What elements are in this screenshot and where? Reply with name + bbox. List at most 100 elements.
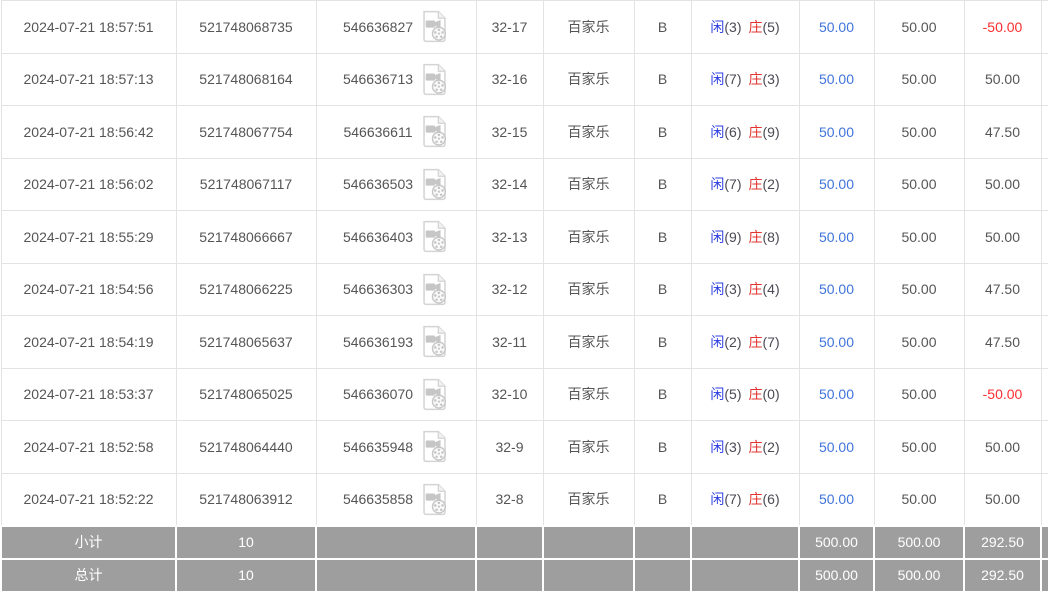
bet-time: 2024-07-21 18:56:02	[1, 158, 176, 211]
bet-time: 2024-07-21 18:55:29	[1, 211, 176, 264]
table-row: 2024-07-21 18:56:02 521748067117 5466365…	[1, 158, 1048, 211]
overflow-cell	[1041, 368, 1048, 421]
table-round: 32-11	[476, 316, 543, 369]
overflow-cell	[1041, 421, 1048, 474]
total-valid-amount: 500.00	[874, 559, 964, 592]
bet-amount: 50.00	[799, 263, 874, 316]
game-name: 百家乐	[543, 421, 634, 474]
bet-id: 521748067754	[176, 106, 316, 159]
round-number: 546636827	[343, 19, 413, 35]
player-label: 闲	[710, 124, 724, 140]
bet-id: 521748068164	[176, 53, 316, 106]
bet-time: 2024-07-21 18:57:13	[1, 53, 176, 106]
valid-amount: 50.00	[874, 421, 964, 474]
overflow-cell	[1041, 158, 1048, 211]
overflow-cell	[1041, 211, 1048, 264]
player-points: (3)	[724, 19, 741, 35]
subtotal-valid-amount: 500.00	[874, 526, 964, 559]
video-replay-icon[interactable]	[420, 273, 449, 306]
bet-amount: 50.00	[799, 473, 874, 526]
player-label: 闲	[710, 491, 724, 507]
overflow-cell	[1041, 473, 1048, 526]
table-row: 2024-07-21 18:56:42 521748067754 5466366…	[1, 106, 1048, 159]
video-replay-icon[interactable]	[420, 378, 449, 411]
game-result: 闲(6)庄(9)	[691, 106, 799, 159]
player-points: (6)	[724, 124, 741, 140]
banker-label: 庄	[749, 334, 763, 350]
video-replay-icon[interactable]	[420, 10, 449, 43]
player-points: (3)	[724, 281, 741, 297]
round-number: 546635858	[343, 491, 413, 507]
player-points: (3)	[724, 439, 741, 455]
table-round: 32-14	[476, 158, 543, 211]
banker-points: (2)	[763, 176, 780, 192]
bet-amount: 50.00	[799, 53, 874, 106]
round-number: 546636193	[343, 334, 413, 350]
round-cell: 546635948	[316, 421, 476, 474]
banker-label: 庄	[749, 229, 763, 245]
game-result: 闲(9)庄(8)	[691, 211, 799, 264]
player-points: (5)	[724, 386, 741, 402]
game-name: 百家乐	[543, 158, 634, 211]
table-round: 32-15	[476, 106, 543, 159]
round-cell: 546636713	[316, 53, 476, 106]
table-row: 2024-07-21 18:53:37 521748065025 5466360…	[1, 368, 1048, 421]
table-round: 32-12	[476, 263, 543, 316]
video-replay-icon[interactable]	[420, 115, 449, 148]
valid-amount: 50.00	[874, 316, 964, 369]
video-replay-icon[interactable]	[420, 63, 449, 96]
table-round: 32-9	[476, 421, 543, 474]
table-round: 32-8	[476, 473, 543, 526]
bet-id: 521748065025	[176, 368, 316, 421]
valid-amount: 50.00	[874, 1, 964, 54]
player-points: (2)	[724, 334, 741, 350]
bet-amount: 50.00	[799, 316, 874, 369]
game-result: 闲(7)庄(6)	[691, 473, 799, 526]
video-replay-icon[interactable]	[420, 483, 449, 516]
player-label: 闲	[710, 71, 724, 87]
banker-label: 庄	[749, 491, 763, 507]
overflow-cell	[1041, 106, 1048, 159]
game-name: 百家乐	[543, 211, 634, 264]
round-cell: 546636827	[316, 1, 476, 54]
win-loss: 47.50	[964, 263, 1041, 316]
banker-points: (4)	[763, 281, 780, 297]
player-label: 闲	[710, 439, 724, 455]
video-replay-icon[interactable]	[420, 430, 449, 463]
round-number: 546635948	[343, 439, 413, 455]
valid-amount: 50.00	[874, 211, 964, 264]
bet-id: 521748066667	[176, 211, 316, 264]
overflow-cell	[1041, 1, 1048, 54]
bet-time: 2024-07-21 18:52:58	[1, 421, 176, 474]
total-count: 10	[176, 559, 316, 592]
bet-type: B	[634, 53, 691, 106]
win-loss: 50.00	[964, 473, 1041, 526]
table-row: 2024-07-21 18:57:51 521748068735 5466368…	[1, 1, 1048, 54]
valid-amount: 50.00	[874, 263, 964, 316]
round-cell: 546636070	[316, 368, 476, 421]
video-replay-icon[interactable]	[420, 168, 449, 201]
bet-type: B	[634, 421, 691, 474]
bet-history-panel: 2024-07-21 18:57:51 521748068735 5466368…	[0, 0, 1048, 605]
win-loss: 50.00	[964, 158, 1041, 211]
video-replay-icon[interactable]	[420, 325, 449, 358]
bet-type: B	[634, 473, 691, 526]
overflow-cell	[1041, 53, 1048, 106]
banker-label: 庄	[749, 124, 763, 140]
game-result: 闲(5)庄(0)	[691, 368, 799, 421]
game-name: 百家乐	[543, 106, 634, 159]
table-round: 32-17	[476, 1, 543, 54]
video-replay-icon[interactable]	[420, 220, 449, 253]
game-result: 闲(3)庄(2)	[691, 421, 799, 474]
round-number: 546636303	[343, 281, 413, 297]
bet-type: B	[634, 1, 691, 54]
player-label: 闲	[710, 229, 724, 245]
bet-type: B	[634, 106, 691, 159]
game-name: 百家乐	[543, 263, 634, 316]
valid-amount: 50.00	[874, 158, 964, 211]
player-points: (7)	[724, 176, 741, 192]
player-points: (7)	[724, 71, 741, 87]
subtotal-win-loss: 292.50	[964, 526, 1041, 559]
round-cell: 546636503	[316, 158, 476, 211]
bet-time: 2024-07-21 18:54:19	[1, 316, 176, 369]
